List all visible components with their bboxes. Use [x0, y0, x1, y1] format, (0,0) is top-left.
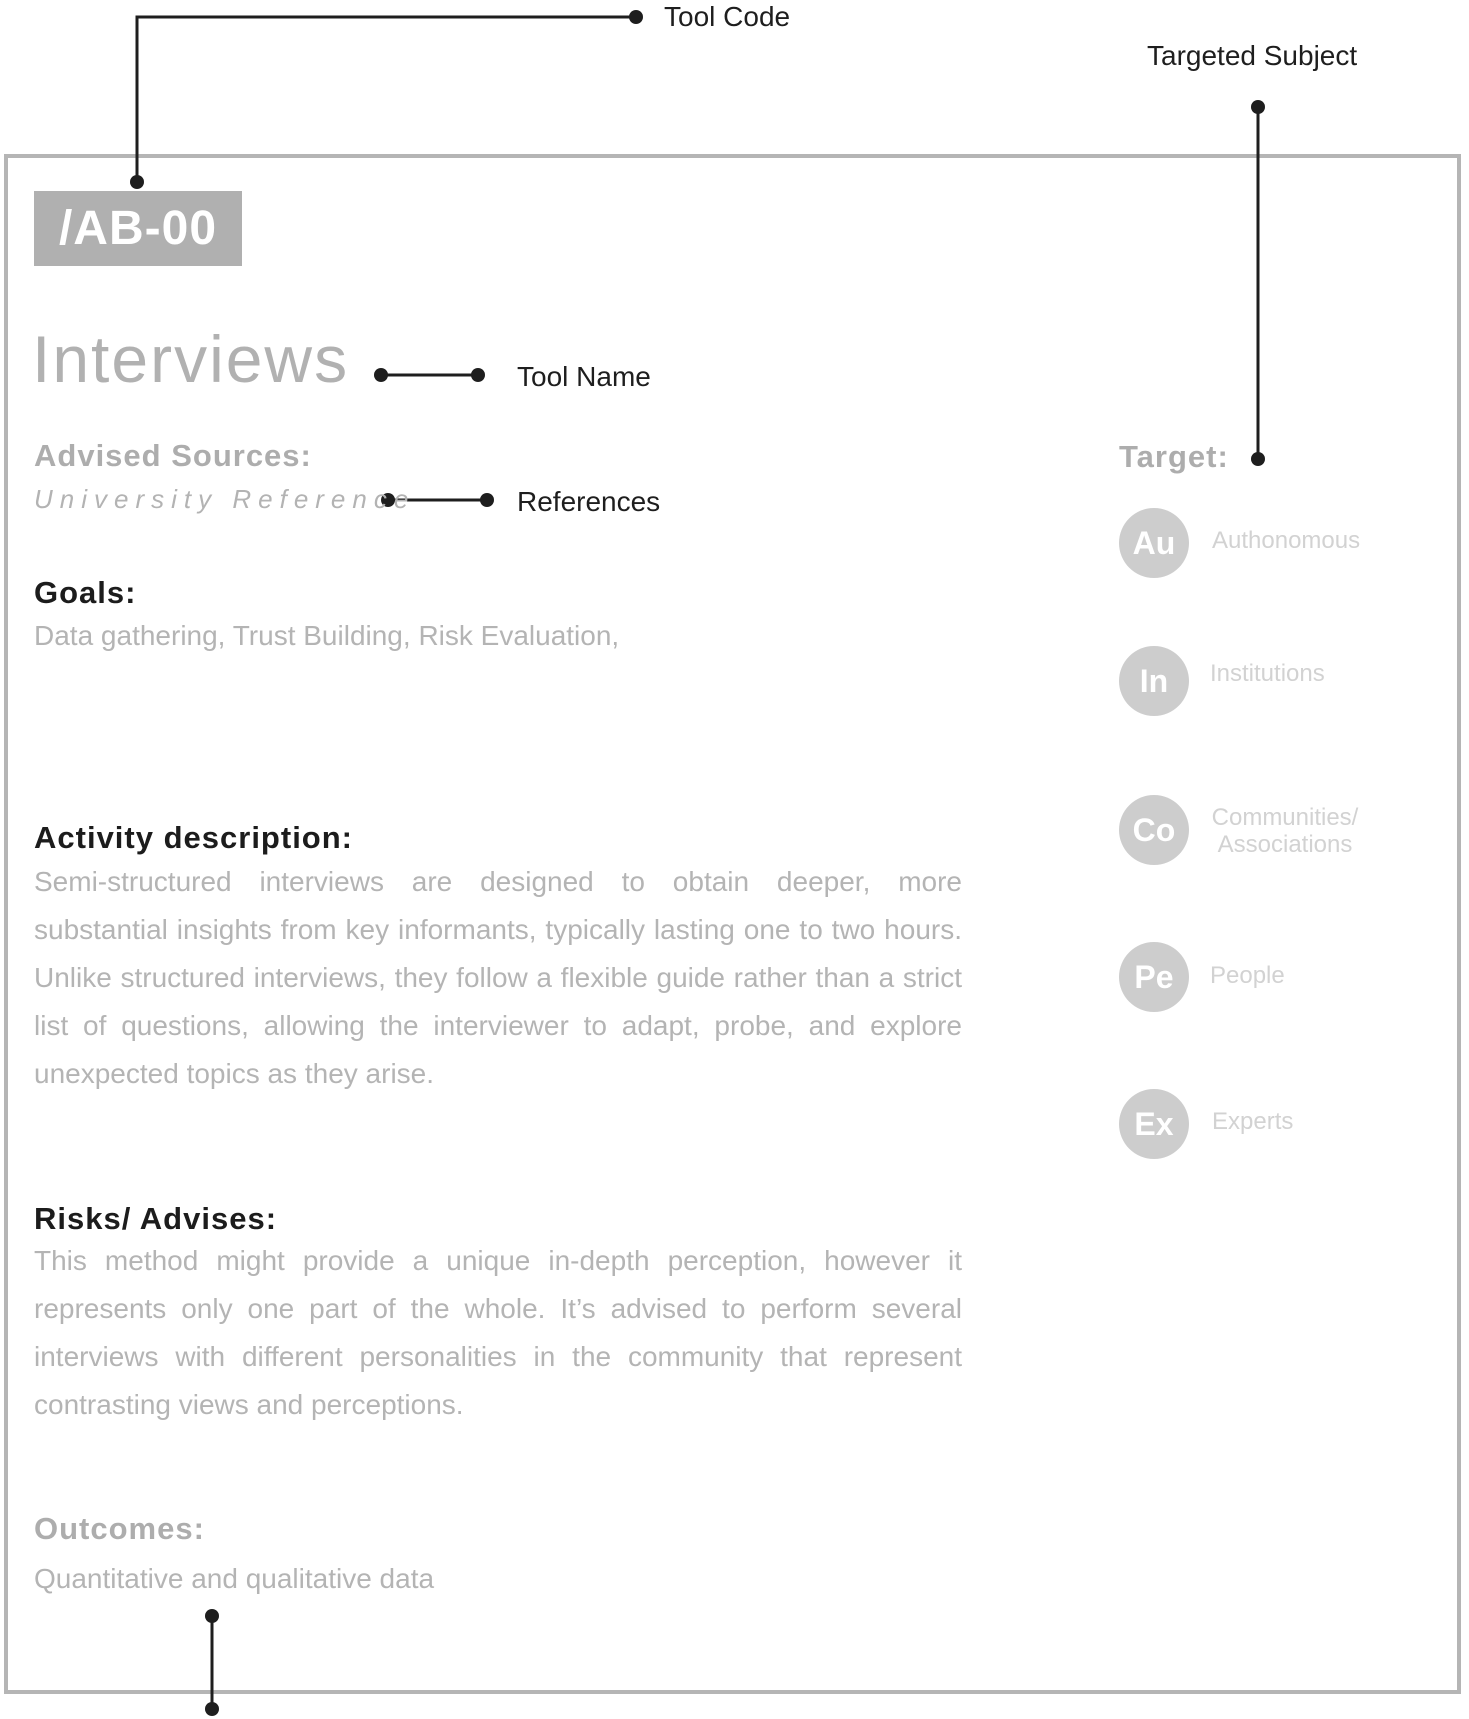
target-name-pe: People	[1210, 962, 1285, 989]
activity-label: Activity description:	[34, 820, 353, 855]
tool-name-dot-end	[471, 368, 485, 382]
target-name-au: Authonomous	[1212, 527, 1361, 554]
advised-sources-label: Advised Sources:	[34, 438, 312, 473]
tool-code-dot-start	[130, 175, 144, 189]
tool-name-title: Interviews	[32, 322, 350, 396]
target-name-in: Institutions	[1210, 660, 1325, 687]
outcomes-dot-bottom	[205, 1702, 219, 1716]
target-circle-au: Au	[1119, 508, 1189, 578]
annotation-tool-code: Tool Code	[664, 1, 791, 32]
target-circle-ex: Ex	[1119, 1089, 1189, 1159]
target-circle-in: In	[1119, 646, 1189, 716]
tool-code-badge: /AB-00	[34, 191, 242, 266]
tool-code-dot-end	[629, 10, 643, 24]
activity-text: Semi-structured interviews are designed …	[34, 866, 962, 1089]
target-name-co: Communities/ Associations	[1210, 804, 1360, 858]
risks-text: This method might provide a unique in-de…	[34, 1245, 962, 1420]
goals-text: Data gathering, Trust Building, Risk Eva…	[34, 620, 620, 651]
annotation-tool-name: Tool Name	[517, 361, 651, 392]
reference-text: University Reference	[34, 484, 416, 514]
tool-code-leader	[135, 15, 636, 182]
targeted-subject-dot-bottom	[1251, 452, 1265, 466]
outcomes-dot-top	[205, 1609, 219, 1623]
annotation-targeted-subject: Targeted Subject	[1147, 40, 1358, 71]
references-dot-end	[480, 493, 494, 507]
outcomes-label: Outcomes:	[34, 1511, 205, 1546]
risks-label: Risks/ Advises:	[34, 1201, 278, 1236]
target-name-ex: Experts	[1212, 1108, 1294, 1135]
tool-name-dot-start	[374, 368, 388, 382]
target-name-co-line2: Associations	[1217, 831, 1353, 858]
annotation-references: References	[517, 486, 661, 517]
target-circle-co: Co	[1119, 795, 1189, 865]
targeted-subject-dot-top	[1251, 100, 1265, 114]
target-name-co-line1: Communities/	[1211, 804, 1359, 831]
goals-label: Goals:	[34, 575, 137, 610]
target-label: Target:	[1119, 439, 1229, 474]
outcomes-text: Quantitative and qualitative data	[34, 1563, 435, 1594]
target-circle-pe: Pe	[1119, 942, 1189, 1012]
